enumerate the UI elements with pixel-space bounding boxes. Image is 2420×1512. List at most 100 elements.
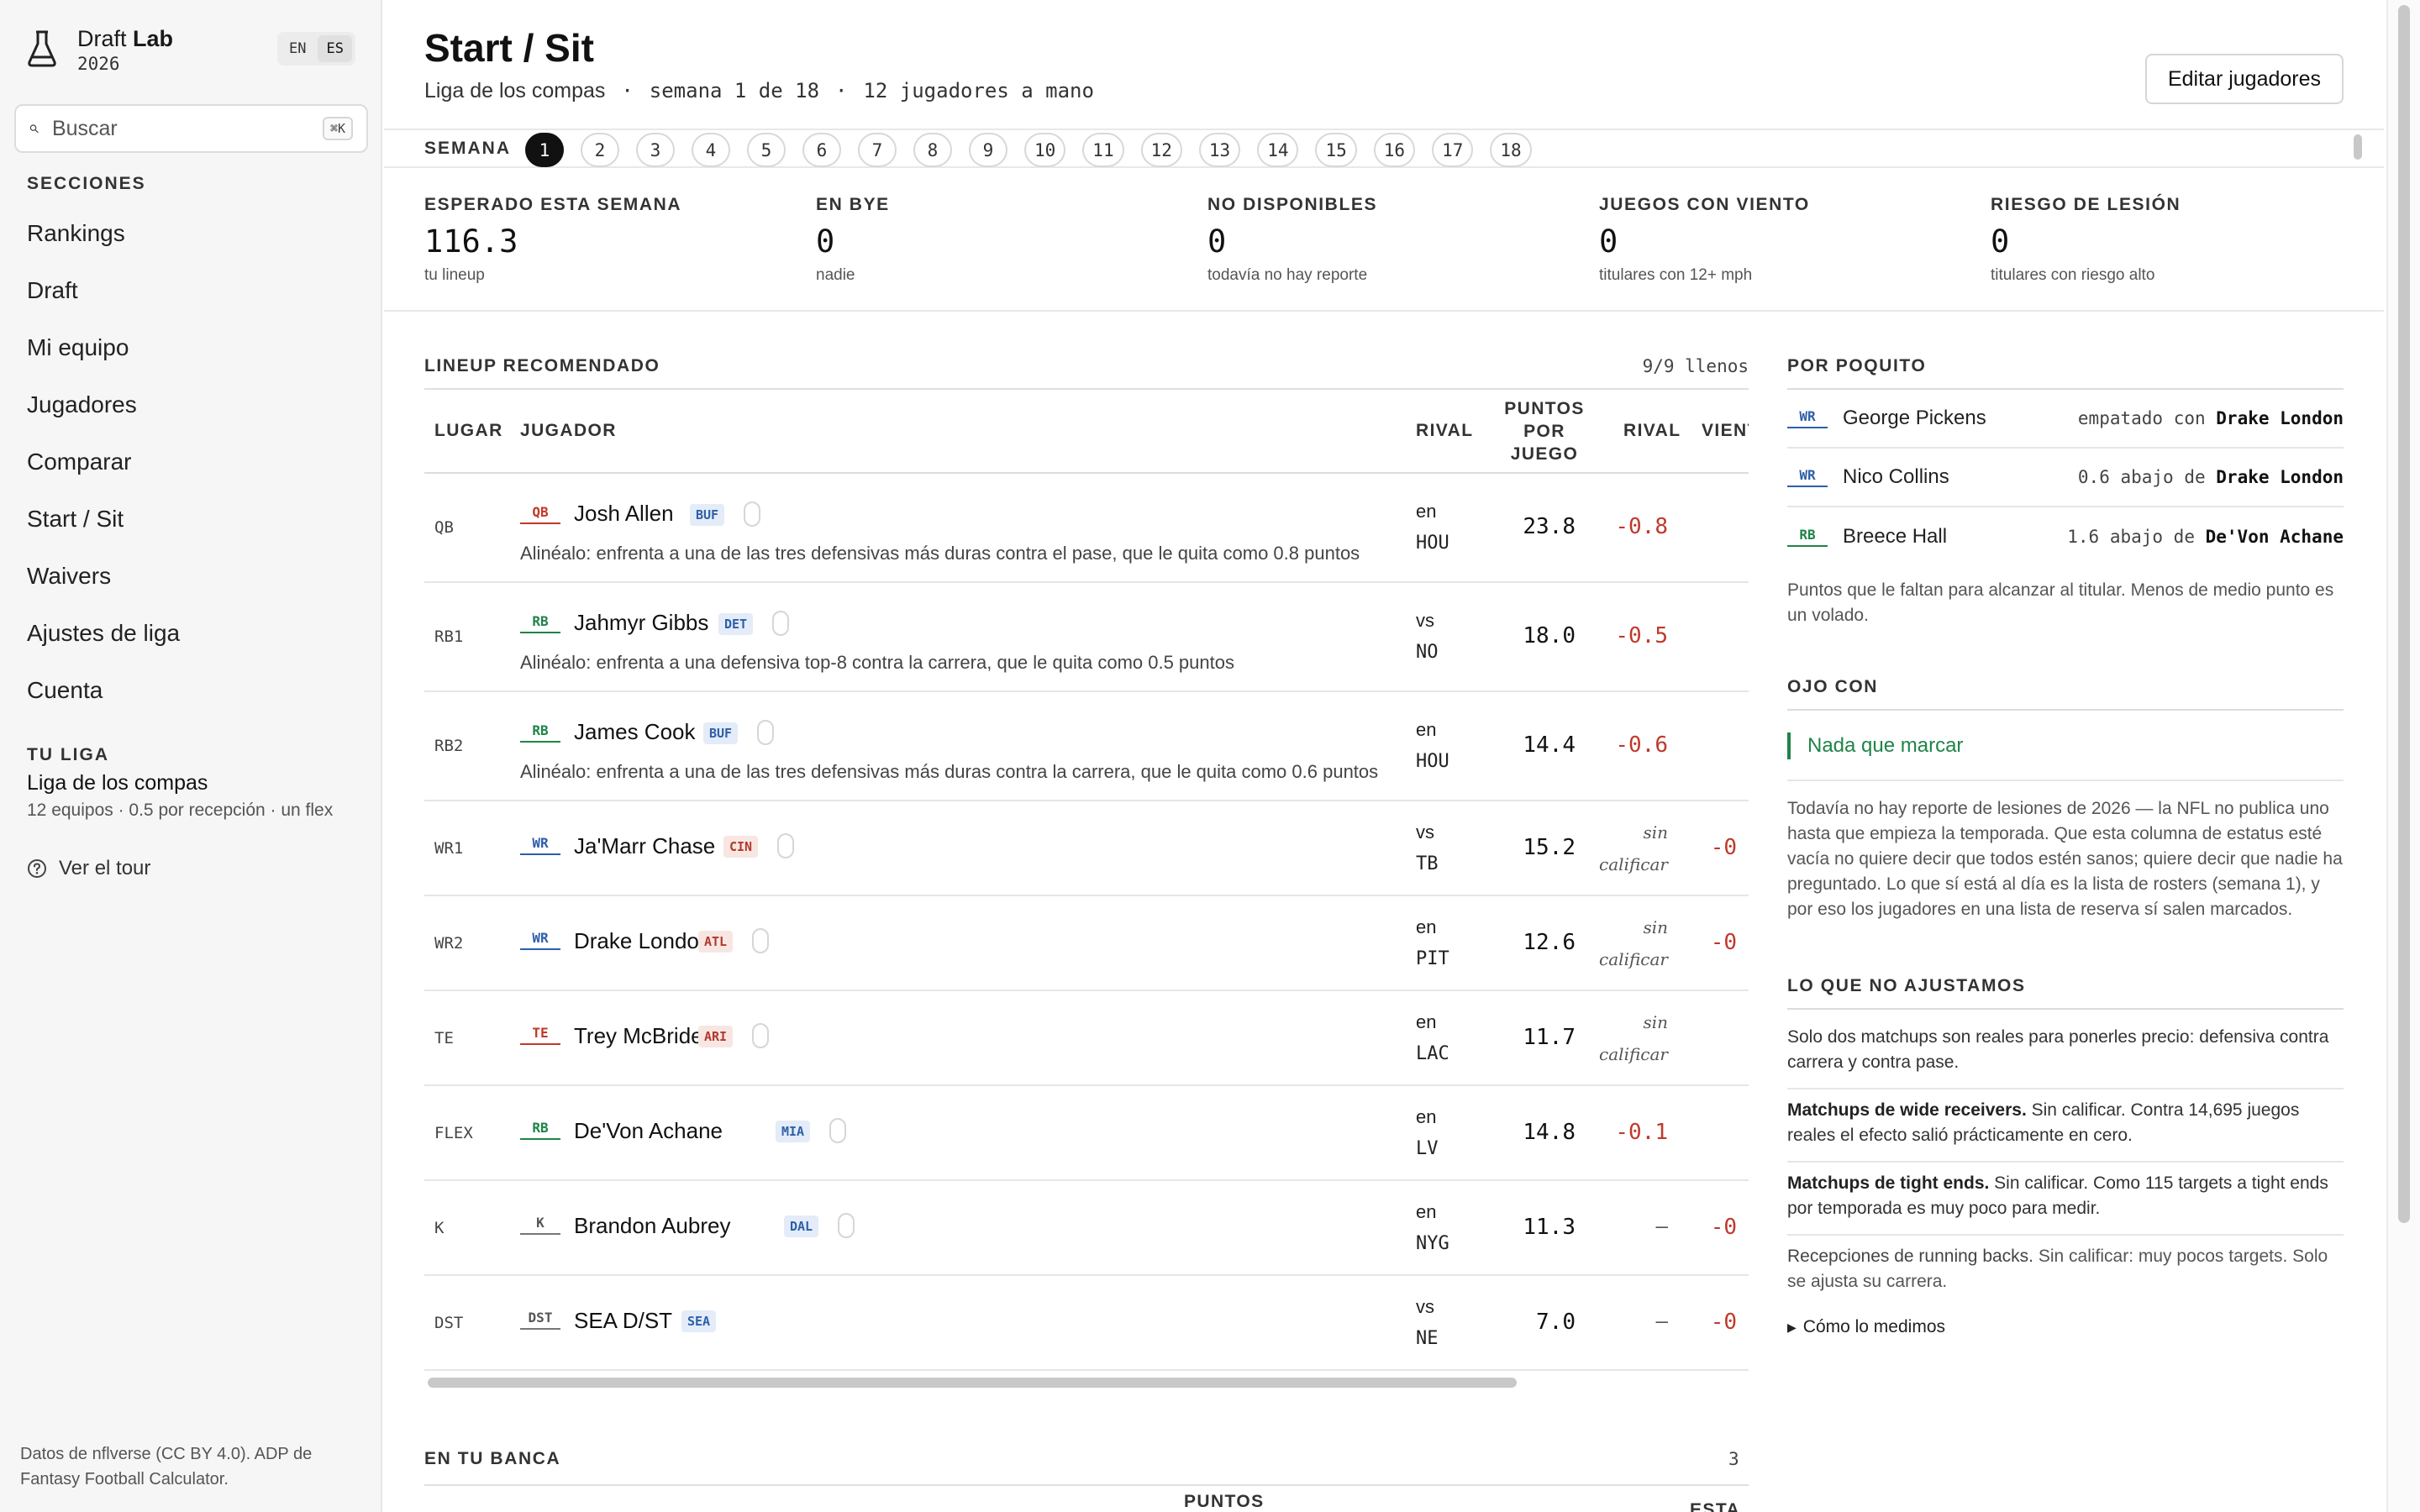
week-chip-3[interactable]: 3 bbox=[636, 133, 675, 167]
close-call-row[interactable]: WR Nico Collins 0.6 abajo de Drake Londo… bbox=[1787, 449, 2344, 507]
close-calls-note: Puntos que le faltan para alcanzar al ti… bbox=[1787, 580, 2334, 625]
disclosure-triangle-icon: ▶ bbox=[1787, 1320, 1797, 1334]
week-chip-5[interactable]: 5 bbox=[747, 133, 786, 167]
table-row[interactable]: WR2 WR Drake London ATL en PIT 12.6 sin ca… bbox=[424, 896, 1749, 991]
sidebar-item-start-sit[interactable]: Start / Sit bbox=[27, 497, 180, 554]
week-chip-11[interactable]: 11 bbox=[1082, 133, 1124, 167]
table-horizontal-scrollbar[interactable] bbox=[428, 1378, 1752, 1388]
sidebar-item-jugadores[interactable]: Jugadores bbox=[27, 383, 180, 440]
player-name[interactable]: Jahmyr Gibbs bbox=[574, 610, 708, 636]
week-chip-15[interactable]: 15 bbox=[1315, 133, 1357, 167]
position-badge: RB bbox=[520, 613, 560, 633]
week-chip-6[interactable]: 6 bbox=[802, 133, 841, 167]
lock-toggle[interactable] bbox=[772, 611, 789, 636]
position-badge: WR bbox=[520, 835, 560, 855]
lock-toggle[interactable] bbox=[829, 1118, 846, 1143]
not-adjusted-intro: Solo dos matchups son reales para ponerl… bbox=[1787, 1010, 2344, 1089]
lock-toggle[interactable] bbox=[752, 928, 769, 953]
league-name[interactable]: Liga de los compas bbox=[27, 771, 208, 795]
sidebar-item-waivers[interactable]: Waivers bbox=[27, 554, 180, 612]
lock-toggle[interactable] bbox=[752, 1023, 769, 1048]
player-name[interactable]: Ja'Marr Chase bbox=[574, 833, 715, 859]
week-chip-1[interactable]: 1 bbox=[525, 133, 564, 167]
position-badge: WR bbox=[520, 930, 560, 950]
week-bar-scrollbar[interactable] bbox=[2354, 134, 2362, 160]
week-chip-7[interactable]: 7 bbox=[858, 133, 897, 167]
player-name[interactable]: Trey McBride bbox=[574, 1023, 703, 1049]
table-row[interactable]: QB QB Josh Allen BUF Aliné­alo: enfrenta… bbox=[424, 474, 1749, 583]
opponent: en HOU bbox=[1416, 501, 1449, 554]
close-call-row[interactable]: WR George Pickens empatado con Drake Lon… bbox=[1787, 390, 2344, 449]
week-chip-18[interactable]: 18 bbox=[1490, 133, 1532, 167]
how-we-measure-toggle[interactable]: ▶ Cómo lo medimos bbox=[1787, 1317, 2344, 1337]
search-input[interactable] bbox=[51, 116, 323, 141]
lang-es[interactable]: ES bbox=[318, 35, 352, 62]
injury-report-note: Todavía no hay reporte de lesiones de 20… bbox=[1787, 799, 2343, 919]
position-badge: DST bbox=[520, 1310, 560, 1330]
table-row[interactable]: FLEX RB De'Von Achane MIA en LV 14.8 -0.1 bbox=[424, 1086, 1749, 1181]
slot-label: RB1 bbox=[434, 627, 464, 646]
week-chip-9[interactable]: 9 bbox=[969, 133, 1007, 167]
wind-adjust: -0 bbox=[1710, 835, 1737, 860]
week-chip-10[interactable]: 10 bbox=[1024, 133, 1066, 167]
player-name[interactable]: Drake London bbox=[574, 928, 711, 954]
projected-points: 15.2 bbox=[1523, 835, 1576, 860]
week-info: semana 1 de 18 bbox=[649, 79, 820, 102]
matchup-adjust: -0.1 bbox=[1615, 1120, 1668, 1145]
lock-toggle[interactable] bbox=[744, 501, 760, 527]
player-name[interactable]: SEA D/ST bbox=[574, 1308, 672, 1334]
player-name[interactable]: James Cook bbox=[574, 719, 696, 745]
player-name[interactable]: Brandon Aubrey bbox=[574, 1213, 730, 1239]
sidebar-item-ajustes-de-liga[interactable]: Ajustes de liga bbox=[27, 612, 180, 669]
wind-adjust: -0 bbox=[1710, 930, 1737, 955]
stat-value: 0 bbox=[1991, 223, 2010, 260]
stat-unavailable: NO DISPONIBLES 0 todavía no hay reporte bbox=[1207, 195, 1599, 285]
week-chip-4[interactable]: 4 bbox=[692, 133, 730, 167]
not-adjusted-title: LO QUE NO AJUSTAMOS bbox=[1787, 976, 2026, 995]
brand[interactable]: Draft Lab 2026 bbox=[25, 25, 173, 76]
table-row[interactable]: RB1 RB Jahmyr Gibbs DET Alinéalo: enfren… bbox=[424, 583, 1749, 692]
edit-players-button[interactable]: Editar jugadores bbox=[2145, 54, 2344, 104]
week-chip-2[interactable]: 2 bbox=[581, 133, 619, 167]
page-scrollbar[interactable] bbox=[2386, 0, 2420, 1512]
lock-toggle[interactable] bbox=[757, 720, 774, 745]
table-row[interactable]: RB2 RB James Cook BUF Alinéalo: enfrenta… bbox=[424, 692, 1749, 801]
col-player: JUGADOR bbox=[520, 421, 617, 440]
col-wind: VIENT bbox=[1702, 421, 1749, 440]
tour-link[interactable]: Ver el tour bbox=[27, 857, 150, 880]
watch-title: OJO CON bbox=[1787, 677, 1879, 696]
table-row[interactable]: TE TE Trey McBride ARI en LAC 11.7 sin cal… bbox=[424, 991, 1749, 1086]
players-info: 12 jugadores a mano bbox=[863, 79, 1094, 102]
team-badge: DAL bbox=[784, 1215, 819, 1237]
projected-points: 14.4 bbox=[1523, 732, 1576, 758]
stat-label: RIESGO DE LESIÓN bbox=[1991, 195, 2181, 214]
lock-toggle[interactable] bbox=[777, 833, 794, 858]
player-name[interactable]: Josh Allen bbox=[574, 501, 674, 527]
table-row[interactable]: K K Brandon Aubrey DAL en NYG 11.3 — -0 bbox=[424, 1181, 1749, 1276]
table-row[interactable]: WR1 WR Ja'Marr Chase CIN vs TB 15.2 sin ca… bbox=[424, 801, 1749, 896]
sidebar-item-mi-equipo[interactable]: Mi equipo bbox=[27, 326, 180, 383]
table-row[interactable]: DST DST SEA D/ST SEA vs NE 7.0 — -0 bbox=[424, 1276, 1749, 1371]
search-icon bbox=[29, 124, 39, 134]
week-chip-14[interactable]: 14 bbox=[1257, 133, 1299, 167]
week-chip-8[interactable]: 8 bbox=[913, 133, 952, 167]
divider bbox=[1787, 780, 2344, 781]
sidebar-item-comparar[interactable]: Comparar bbox=[27, 440, 180, 497]
week-chip-12[interactable]: 12 bbox=[1140, 133, 1182, 167]
sidebar-item-draft[interactable]: Draft bbox=[27, 269, 180, 326]
week-chip-16[interactable]: 16 bbox=[1373, 133, 1416, 167]
divider bbox=[384, 310, 2384, 312]
lock-toggle[interactable] bbox=[838, 1213, 855, 1238]
sidebar-item-rankings[interactable]: Rankings bbox=[27, 212, 180, 269]
opponent: vs NE bbox=[1416, 1296, 1439, 1349]
sidebar-item-cuenta[interactable]: Cuenta bbox=[27, 669, 180, 726]
stat-wind: JUEGOS CON VIENTO 0 titulares con 12+ mp… bbox=[1599, 195, 1991, 285]
stat-note: titulares con riesgo alto bbox=[1991, 266, 2155, 284]
week-chip-13[interactable]: 13 bbox=[1198, 133, 1241, 167]
week-chip-17[interactable]: 17 bbox=[1432, 133, 1474, 167]
lang-en[interactable]: EN bbox=[281, 35, 314, 62]
player-name[interactable]: De'Von Achane bbox=[574, 1118, 723, 1144]
comparison: 0.6 abajo de Drake London bbox=[2077, 467, 2344, 487]
close-call-row[interactable]: RB Breece Hall 1.6 abajo de De'Von Achan… bbox=[1787, 507, 2344, 566]
separator: · bbox=[621, 79, 634, 102]
